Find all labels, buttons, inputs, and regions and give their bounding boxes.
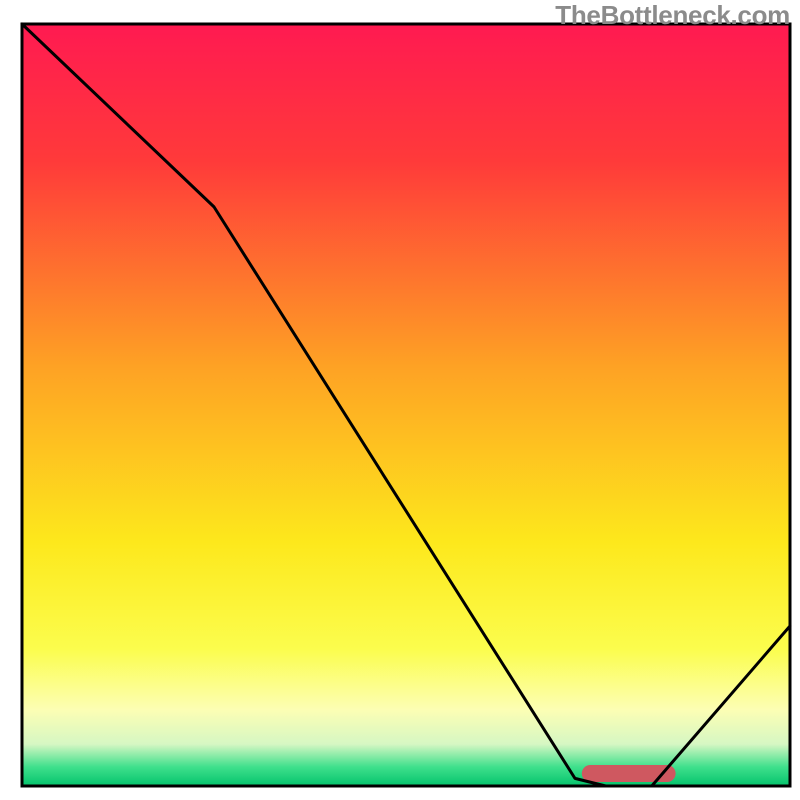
plot-background bbox=[22, 24, 790, 786]
chart-container: TheBottleneck.com bbox=[0, 0, 800, 800]
plot-area bbox=[22, 24, 790, 786]
bottleneck-chart bbox=[0, 0, 800, 800]
watermark-text: TheBottleneck.com bbox=[555, 0, 790, 31]
